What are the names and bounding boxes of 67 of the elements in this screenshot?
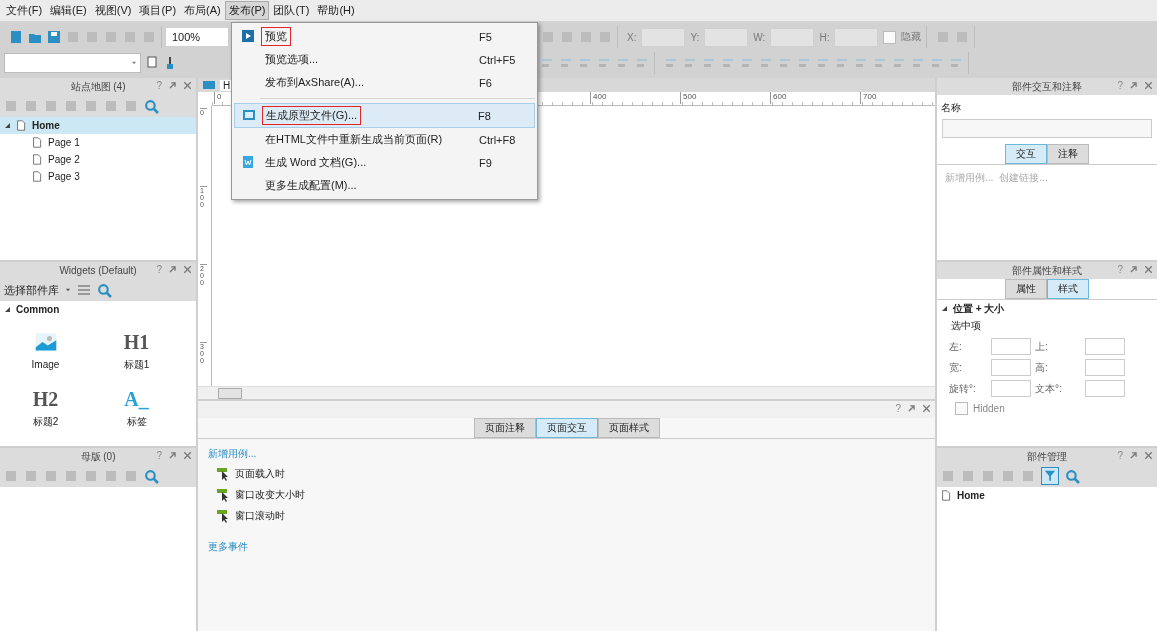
field-label: 文本°:: [1035, 381, 1063, 396]
event-item[interactable]: 窗口改变大小时: [208, 486, 925, 503]
menu-item[interactable]: 布局(A): [180, 1, 225, 20]
menu-entry[interactable]: 更多生成配置(M)...: [234, 174, 535, 197]
section-header[interactable]: 位置 + 大小: [937, 300, 1157, 317]
event-item[interactable]: 页面载入时: [208, 465, 925, 482]
ruler-number: 400: [590, 92, 607, 104]
sitemap-page[interactable]: Page 3: [0, 168, 196, 185]
sitemap-page[interactable]: Home: [0, 117, 196, 134]
field-label: 高:: [1035, 360, 1049, 375]
field-label: X:: [627, 31, 637, 43]
menu-entry[interactable]: 生成原型文件(G)... F8: [234, 103, 535, 128]
field-label: 隐藏: [901, 30, 922, 44]
ruler-number: 0: [214, 92, 222, 104]
sitemap-page[interactable]: Page 1: [0, 134, 196, 151]
widget-section[interactable]: Common: [0, 301, 196, 318]
ruler-number: 500: [680, 92, 697, 104]
panel-title: 部件管理: [1027, 449, 1067, 464]
field-label: 宽:: [949, 360, 963, 375]
event-item[interactable]: 窗口滚动时: [208, 507, 925, 524]
panel-tab[interactable]: 注释: [1047, 144, 1089, 164]
menu-entry[interactable]: 在HTML文件中重新生成当前页面(R) Ctrl+F8: [234, 128, 535, 151]
menu-entry[interactable]: 发布到AxShare(A)... F6: [234, 71, 535, 94]
panel-tab[interactable]: 页面注释: [474, 418, 536, 438]
hidden-option[interactable]: Hidden: [937, 400, 1157, 417]
panel-tab[interactable]: 属性: [1005, 279, 1047, 299]
menu-entry[interactable]: 预览选项... Ctrl+F5: [234, 48, 535, 71]
field-label: H:: [819, 31, 830, 43]
panel-title: 母版 (0): [80, 449, 116, 464]
field-label: Y:: [690, 31, 700, 43]
menu-entry[interactable]: 预览 F5: [234, 25, 535, 48]
section-subtitle: 选中项: [950, 319, 982, 333]
menu-item[interactable]: 团队(T): [269, 1, 314, 20]
ruler-number: 600: [770, 92, 787, 104]
outline-item[interactable]: Home: [937, 487, 1157, 504]
panel-title: 部件属性和样式: [1012, 263, 1082, 278]
panel-title: Widgets (Default): [59, 265, 137, 276]
sitemap-page[interactable]: Page 2: [0, 151, 196, 168]
field-label: 上:: [1035, 339, 1049, 354]
label-glyph: A_: [124, 387, 149, 411]
panel-tab[interactable]: 页面交互: [536, 418, 598, 438]
more-events-link[interactable]: 更多事件: [208, 540, 925, 554]
widget-label: 标题2: [32, 416, 59, 428]
widget-label: Image: [31, 359, 60, 371]
field-label: W:: [753, 31, 766, 43]
widget-label: 标签: [126, 416, 147, 428]
heading-glyph: H2: [32, 387, 59, 411]
panel-tab[interactable]: 页面样式: [598, 418, 660, 438]
menu-item[interactable]: 编辑(E): [46, 1, 91, 20]
field-label: 旋转°:: [949, 381, 977, 396]
menu-item[interactable]: 视图(V): [90, 1, 136, 20]
panel-title: 站点地图 (4): [70, 79, 126, 94]
field-label: 名称: [940, 101, 962, 115]
ruler-number: 700: [860, 92, 877, 104]
field-label: 左:: [949, 339, 963, 354]
panel-tab[interactable]: 交互: [1005, 144, 1047, 164]
heading-glyph: H1: [123, 330, 150, 354]
menu-item[interactable]: 项目(P): [135, 1, 181, 20]
menu-item[interactable]: 文件(F): [2, 1, 47, 20]
panel-tab[interactable]: 样式: [1047, 279, 1089, 299]
panel-title: 部件交互和注释: [1012, 79, 1082, 94]
menu-item[interactable]: 帮助(H): [313, 1, 359, 20]
menu-entry[interactable]: 生成 Word 文档(G)... F9: [234, 151, 535, 174]
menu-item[interactable]: 发布(P): [224, 1, 270, 20]
add-case-link[interactable]: 新增用例...: [208, 447, 925, 461]
widget-label: 标题1: [123, 359, 150, 371]
zoom-field[interactable]: 100%: [166, 28, 228, 46]
